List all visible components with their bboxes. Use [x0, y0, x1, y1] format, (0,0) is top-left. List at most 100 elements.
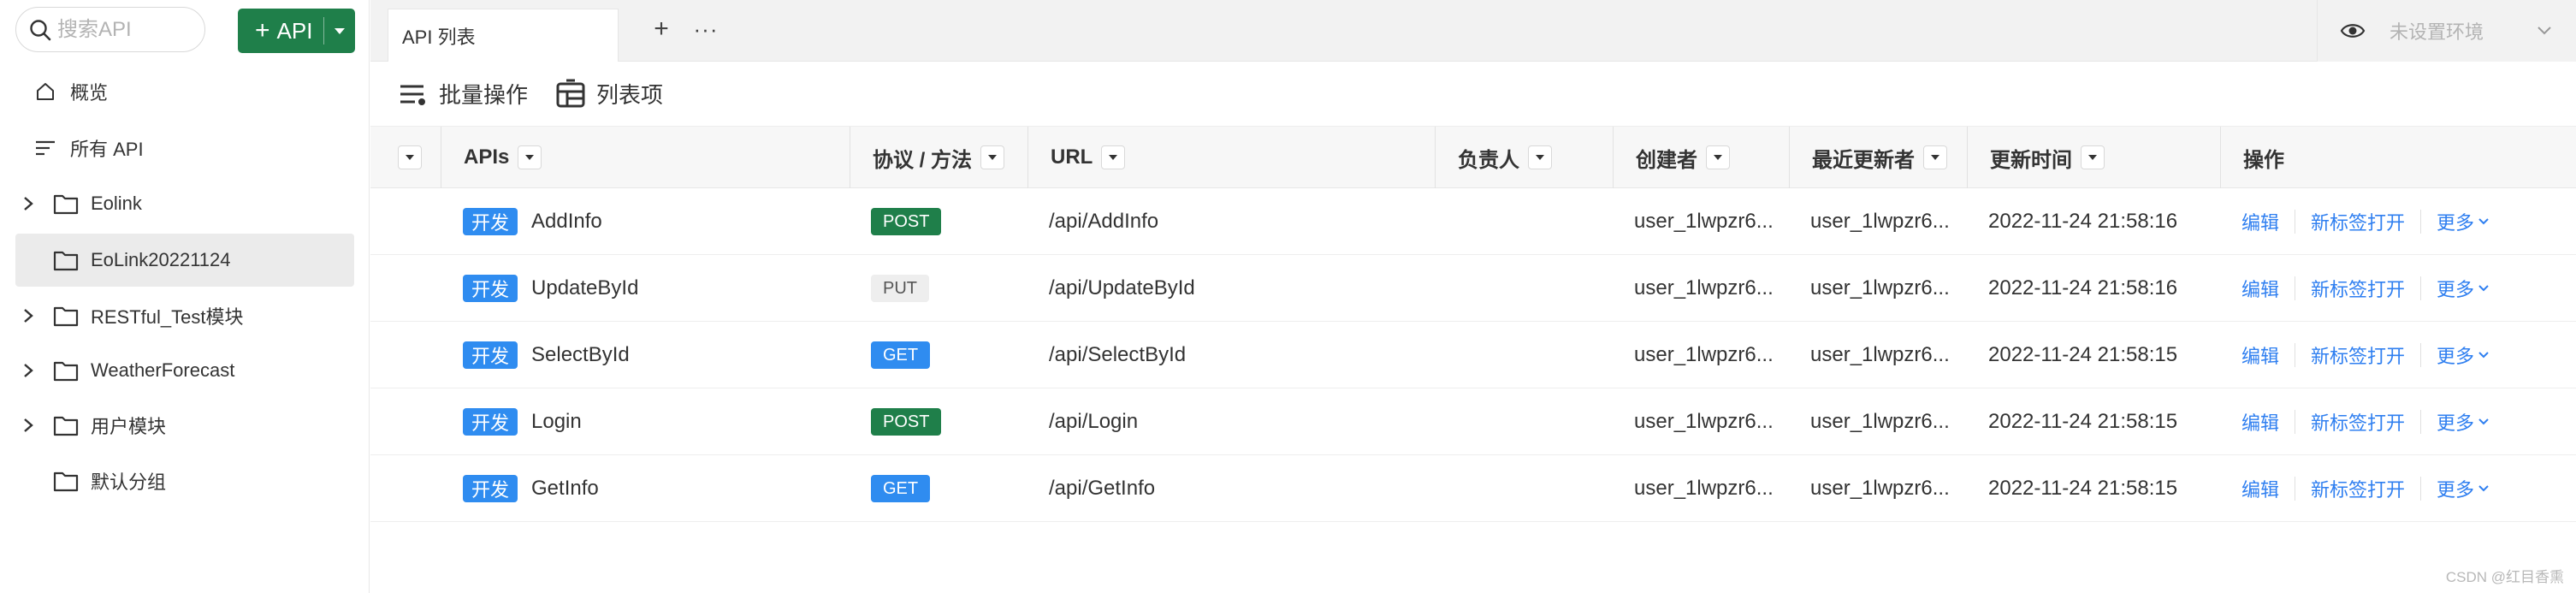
tree-item-label: RESTful_Test模块: [91, 306, 244, 328]
open-new-tab-link[interactable]: 新标签打开: [2311, 208, 2405, 235]
creator-cell: user_1lwpzr6...: [1634, 477, 1774, 500]
add-api-button[interactable]: + API: [238, 9, 355, 53]
columns-icon: [556, 79, 585, 107]
more-dropdown[interactable]: 更多: [2437, 275, 2490, 302]
table-row[interactable]: 开发 GetInfo GET /api/GetInfo user_1lwpzr6…: [370, 455, 2576, 522]
batch-operations-button[interactable]: 批量操作: [398, 78, 528, 110]
more-dropdown[interactable]: 更多: [2437, 475, 2490, 502]
api-name[interactable]: Login: [531, 410, 582, 434]
folder-icon: [53, 191, 79, 216]
method-badge: GET: [871, 475, 931, 502]
edit-link[interactable]: 编辑: [2241, 475, 2279, 502]
owner-cell: [1457, 455, 1611, 522]
chevron-right-icon[interactable]: [19, 194, 38, 213]
tree-item-label: 用户模块: [91, 416, 167, 437]
more-label: 更多: [2437, 346, 2475, 367]
add-api-main[interactable]: + API: [238, 9, 323, 53]
edit-link[interactable]: 编辑: [2241, 341, 2279, 369]
sort-button[interactable]: [2081, 145, 2105, 169]
sidebar-item-overview[interactable]: 概览: [15, 65, 354, 118]
updater-cell: user_1lwpzr6...: [1810, 276, 1950, 299]
api-name[interactable]: UpdateById: [531, 276, 638, 300]
open-new-tab-link[interactable]: 新标签打开: [2311, 341, 2405, 369]
open-new-tab-link[interactable]: 新标签打开: [2311, 408, 2405, 436]
tree-item-default-group[interactable]: 默认分组: [15, 454, 354, 507]
chevron-right-icon[interactable]: [19, 306, 38, 325]
api-name[interactable]: GetInfo: [531, 477, 599, 501]
sort-button[interactable]: [1923, 145, 1947, 169]
caret-down-icon: [335, 27, 345, 34]
tree-item-user-module[interactable]: 用户模块: [15, 399, 354, 452]
tree-item-weatherforecast[interactable]: WeatherForecast: [15, 344, 354, 397]
url-cell: /api/Login: [1049, 410, 1139, 433]
table-row[interactable]: 开发 SelectById GET /api/SelectById user_1…: [370, 322, 2576, 388]
column-header-url: URL: [1027, 127, 1435, 188]
status-badge: 开发: [463, 408, 518, 436]
add-api-dropdown[interactable]: [324, 27, 355, 35]
environment-select[interactable]: 未设置环境: [2317, 0, 2576, 62]
chevron-down-icon: [2538, 27, 2551, 35]
column-header-creator: 创建者: [1613, 127, 1789, 188]
column-header-label: APIs: [464, 145, 510, 169]
url-cell: /api/SelectById: [1049, 343, 1187, 366]
divider: [2420, 210, 2422, 234]
method-badge: POST: [871, 408, 942, 436]
edit-link[interactable]: 编辑: [2241, 275, 2279, 302]
add-tab-button[interactable]: +: [644, 12, 678, 46]
tab-api-list[interactable]: API 列表: [388, 9, 619, 62]
table-row[interactable]: 开发 UpdateById PUT /api/UpdateById user_1…: [370, 255, 2576, 322]
url-cell: /api/UpdateById: [1049, 276, 1195, 299]
more-dropdown[interactable]: 更多: [2437, 341, 2490, 369]
column-settings-button[interactable]: 列表项: [555, 78, 663, 110]
method-cell: GET: [871, 322, 1025, 388]
tree-item-restful-test[interactable]: RESTful_Test模块: [15, 289, 354, 342]
table-row[interactable]: 开发 AddInfo POST /api/AddInfo user_1lwpzr…: [370, 188, 2576, 255]
more-tabs-button[interactable]: ···: [689, 12, 723, 46]
chevron-right-icon[interactable]: [19, 361, 38, 380]
search-input[interactable]: [57, 17, 203, 42]
more-label: 更多: [2437, 212, 2475, 234]
column-header-apis: APIs: [441, 127, 850, 188]
creator-cell: user_1lwpzr6...: [1634, 276, 1774, 299]
divider: [2420, 477, 2422, 501]
api-name[interactable]: AddInfo: [531, 210, 602, 234]
method-cell: GET: [871, 455, 1025, 522]
sidebar-item-all-api[interactable]: 所有 API: [15, 122, 354, 175]
updated-time-cell: 2022-11-24 21:58:15: [1988, 343, 2178, 366]
edit-link[interactable]: 编辑: [2241, 408, 2279, 436]
search-box[interactable]: [15, 7, 205, 52]
sidebar: + API 概览 所有 API Eolink EoLink20221124 RE…: [0, 0, 370, 593]
table-header: APIs 协议 / 方法 URL 负责人 创建者 最近更新者 更新时间 操作: [370, 127, 2576, 188]
updater-cell: user_1lwpzr6...: [1810, 343, 1950, 366]
actions-cell: 编辑 新标签打开 更多: [2241, 388, 2575, 455]
api-name[interactable]: SelectById: [531, 343, 630, 367]
sort-caret-icon: [1109, 155, 1118, 160]
method-badge: POST: [871, 208, 942, 235]
sort-button[interactable]: [1101, 145, 1126, 169]
open-new-tab-link[interactable]: 新标签打开: [2311, 475, 2405, 502]
more-dropdown[interactable]: 更多: [2437, 208, 2490, 235]
open-new-tab-link[interactable]: 新标签打开: [2311, 275, 2405, 302]
chevron-right-icon[interactable]: [19, 416, 38, 435]
eye-icon[interactable]: [2340, 18, 2366, 44]
api-table: APIs 协议 / 方法 URL 负责人 创建者 最近更新者 更新时间 操作 开…: [370, 127, 2576, 522]
sort-button[interactable]: [1706, 145, 1730, 169]
sort-button[interactable]: [980, 145, 1005, 169]
tree-item-eolink20221124[interactable]: EoLink20221124: [15, 234, 354, 287]
updated-time-cell: 2022-11-24 21:58:15: [1988, 410, 2178, 433]
owner-cell: [1457, 322, 1611, 388]
url-cell: /api/GetInfo: [1049, 477, 1156, 500]
column-header-label: URL: [1051, 145, 1093, 169]
folder-icon: [53, 303, 79, 329]
tree-item-eolink[interactable]: Eolink: [15, 177, 354, 230]
edit-link[interactable]: 编辑: [2241, 208, 2279, 235]
table-row[interactable]: 开发 Login POST /api/Login user_1lwpzr6...…: [370, 388, 2576, 455]
sort-button[interactable]: [518, 145, 542, 169]
more-dropdown[interactable]: 更多: [2437, 408, 2490, 436]
sort-caret-icon: [988, 155, 998, 160]
sort-button[interactable]: [1528, 145, 1552, 169]
updated-time-cell: 2022-11-24 21:58:15: [1988, 477, 2178, 500]
updater-cell: user_1lwpzr6...: [1810, 477, 1950, 500]
select-all-dropdown[interactable]: [398, 145, 422, 169]
more-label: 更多: [2437, 479, 2475, 501]
